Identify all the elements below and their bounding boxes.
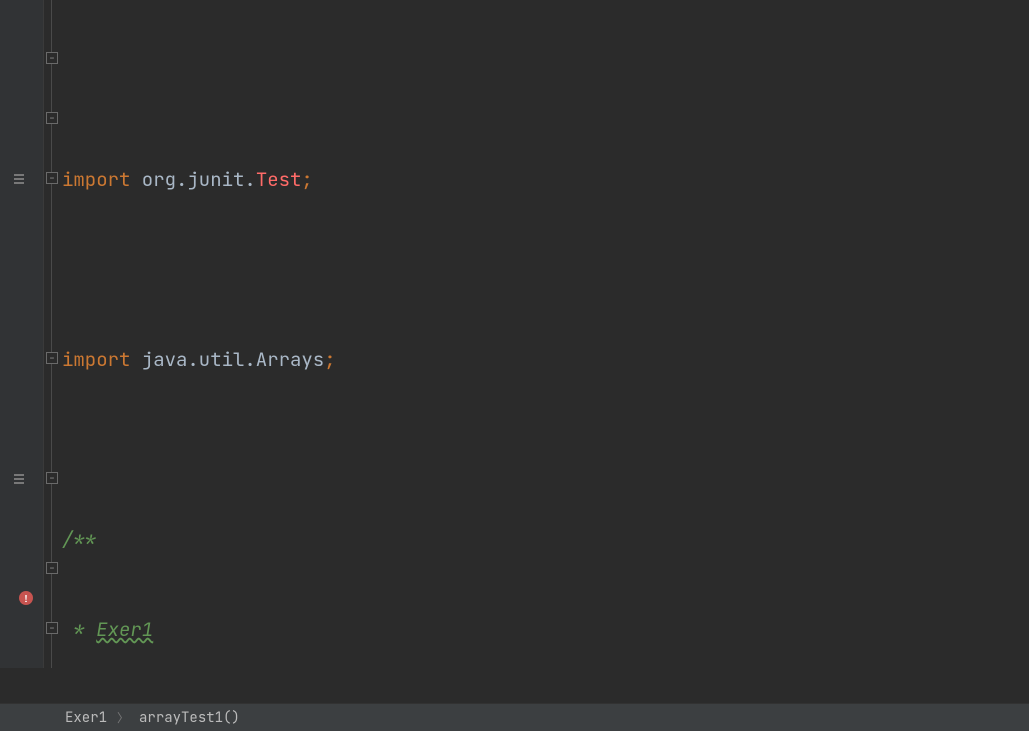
javadoc-class-ref: Exer1	[96, 615, 153, 645]
semicolon: ;	[324, 345, 335, 375]
code-content[interactable]: import org.junit.Test; import java.util.…	[62, 0, 1029, 668]
javadoc-start: /**	[62, 525, 96, 555]
fold-marker[interactable]	[46, 622, 58, 634]
error-icon[interactable]: !	[18, 590, 34, 606]
package-path: org.junit.	[130, 165, 255, 195]
breadcrumb-class[interactable]: Exer1	[65, 709, 107, 727]
breadcrumb-separator-icon: 〉	[117, 709, 129, 726]
fold-marker[interactable]	[46, 472, 58, 484]
fold-marker[interactable]	[46, 352, 58, 364]
fold-marker[interactable]	[46, 172, 58, 184]
paragraph-icon	[12, 172, 28, 188]
breadcrumb-method[interactable]: arrayTest1()	[139, 709, 240, 727]
class-ref-test: Test	[256, 165, 302, 195]
keyword-import: import	[62, 165, 130, 195]
javadoc-line: *	[62, 615, 96, 645]
fold-marker[interactable]	[46, 112, 58, 124]
semicolon: ;	[301, 165, 312, 195]
paragraph-icon	[12, 472, 28, 488]
breadcrumb-bar: Exer1 〉 arrayTest1()	[0, 703, 1029, 731]
keyword-import: import	[62, 345, 130, 375]
package-path: java.util.Arrays	[130, 345, 324, 375]
fold-marker[interactable]	[46, 562, 58, 574]
fold-marker[interactable]	[46, 52, 58, 64]
fold-column: !	[44, 0, 62, 668]
code-editor[interactable]: ! import org.junit.Test; import java.uti…	[0, 0, 1029, 668]
editor-gutter	[0, 0, 44, 668]
